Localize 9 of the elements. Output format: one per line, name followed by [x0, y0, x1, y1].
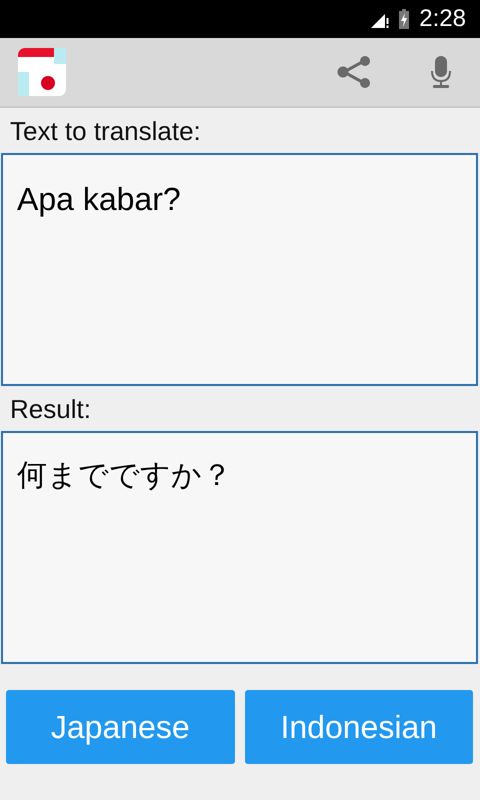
text-input-field[interactable]: Apa kabar?: [1, 153, 478, 386]
microphone-icon[interactable]: [430, 56, 452, 88]
result-label: Result:: [9, 393, 92, 426]
share-icon[interactable]: [336, 56, 372, 88]
app-logo-icon: [18, 48, 66, 96]
input-label: Text to translate:: [9, 115, 202, 148]
clock-time: 2:28: [419, 5, 466, 33]
result-field[interactable]: 何までですか？: [1, 431, 478, 664]
battery-charging-icon: [399, 9, 410, 29]
